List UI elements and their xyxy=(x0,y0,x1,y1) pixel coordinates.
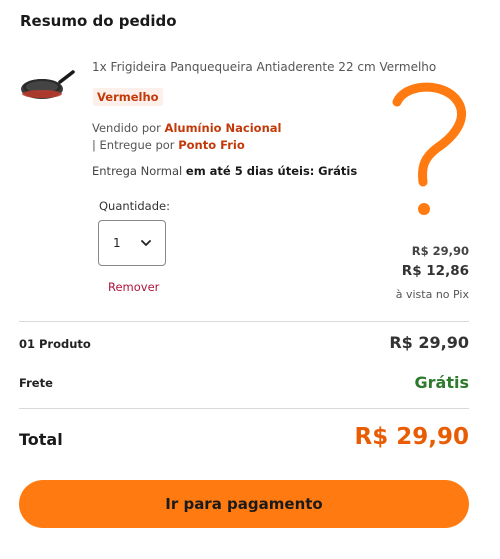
divider xyxy=(19,321,469,322)
sold-by-label: Vendido por xyxy=(92,121,161,135)
delivery-time: em até 5 dias úteis: xyxy=(185,164,315,178)
checkout-button[interactable]: Ir para pagamento xyxy=(19,480,469,528)
sold-by-line: Vendido por Alumínio Nacional xyxy=(92,121,281,135)
delivered-by-line: | Entregue por Ponto Frio xyxy=(92,138,245,152)
delivery-type: Entrega Normal xyxy=(92,164,183,178)
total-label: Total xyxy=(19,430,63,449)
delivery-info: Entrega Normal em até 5 dias úteis: Grát… xyxy=(92,164,357,178)
question-mark-icon xyxy=(392,82,466,215)
frying-pan-icon xyxy=(21,70,75,99)
variant-badge: Vermelho xyxy=(93,88,163,106)
order-summary-title: Resumo do pedido xyxy=(20,12,177,30)
delivered-by-link[interactable]: Ponto Frio xyxy=(178,138,245,152)
delivered-by-label: | Entregue por xyxy=(92,138,175,152)
quantity-label: Quantidade: xyxy=(99,199,170,213)
delivery-cost: Grátis xyxy=(318,164,358,178)
divider xyxy=(19,408,469,409)
products-count-label: 01 Produto xyxy=(19,337,91,351)
shipping-label: Frete xyxy=(19,376,53,390)
shipping-value: Grátis xyxy=(414,373,469,392)
quantity-select[interactable]: 1 xyxy=(98,220,166,266)
total-value: R$ 29,90 xyxy=(354,424,469,450)
pix-price: R$ 12,86 xyxy=(401,263,469,279)
pix-note: à vista no Pix xyxy=(395,288,469,301)
seller-link[interactable]: Alumínio Nacional xyxy=(165,121,282,135)
quantity-value: 1 xyxy=(113,236,121,250)
remove-button[interactable]: Remover xyxy=(108,280,159,294)
original-price: R$ 29,90 xyxy=(411,244,469,258)
product-name: 1x Frigideira Panquequeira Antiaderente … xyxy=(92,60,437,74)
checkout-button-label: Ir para pagamento xyxy=(165,495,323,513)
products-subtotal: R$ 29,90 xyxy=(389,333,469,352)
chevron-down-icon xyxy=(141,239,151,246)
